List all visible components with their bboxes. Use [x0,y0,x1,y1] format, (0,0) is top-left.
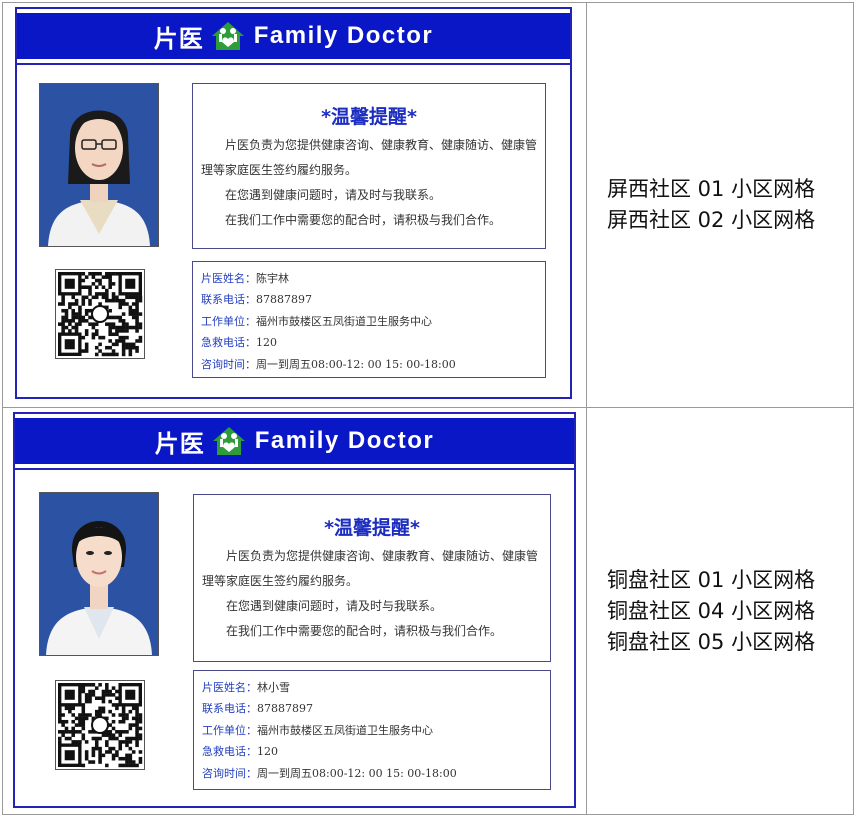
qr-code-icon [55,680,145,770]
notice-line-3: 在我们工作中需要您的配合时，请积极与我们合作。 [226,624,503,638]
notice-title: *温馨提醒* [321,106,417,128]
info-box: 片医姓名：林小雪 联系电话：87887897 工作单位：福州市鼓楼区五凤街道卫生… [193,670,551,790]
qr-code-icon [55,269,145,359]
notice-box: *温馨提醒* 片医负责为您提供健康咨询、健康教育、健康随访、健康管理等家庭医生签… [193,494,551,662]
brand-en: Family Doctor [254,427,435,454]
area-line: 铜盘社区 01 小区网格 [607,567,816,592]
doctor-card-1: 片医 Family Doctor *温馨提醒* 片医负责为您提供健康咨询、健康教… [15,7,572,399]
notice-line-2: 在您遇到健康问题时，请及时与我联系。 [225,188,442,202]
notice-line-1: 片医负责为您提供健康咨询、健康教育、健康随访、健康管理等家庭医生签约履约服务。 [202,549,539,588]
area-line: 铜盘社区 05 小区网格 [607,629,816,654]
info-hours-row: 咨询时间：周一到周五08:00-12: 00 15: 00-18:00 [201,357,456,371]
area-line: 屏西社区 02 小区网格 [607,208,816,232]
card-cell-1: 片医 Family Doctor *温馨提醒* 片医负责为您提供健康咨询、健康教… [2,2,587,408]
area-line: 屏西社区 01 小区网格 [607,177,816,201]
notice-title: *温馨提醒* [324,517,420,539]
doctor-card-2: 片医 Family Doctor *温馨提醒* 片医负责为您提供健康咨询、健康教… [13,412,576,808]
area-line: 铜盘社区 04 小区网格 [607,598,816,623]
brand-cn: 片医 [153,24,204,53]
notice-line-2: 在您遇到健康问题时，请及时与我联系。 [226,599,443,613]
area-cell-2: 铜盘社区 01 小区网格 铜盘社区 04 小区网格 铜盘社区 05 小区网格 [586,407,854,815]
card-banner: 片医 Family Doctor [15,418,574,464]
info-phone-row: 联系电话：87887897 [202,702,313,716]
doctor-photo [39,492,159,656]
info-emergency-row: 急救电话：120 [202,745,278,759]
banner-rule [17,63,570,65]
card-banner: 片医 Family Doctor [17,13,570,59]
info-hours-row: 咨询时间：周一到周五08:00-12: 00 15: 00-18:00 [202,766,457,780]
banner-rule [15,468,574,470]
info-workplace-row: 工作单位：福州市鼓楼区五凤街道卫生服务中心 [201,314,432,328]
area-cell-1: 屏西社区 01 小区网格 屏西社区 02 小区网格 [586,2,854,408]
notice-line-1: 片医负责为您提供健康咨询、健康教育、健康随访、健康管理等家庭医生签约履约服务。 [201,138,538,177]
info-box: 片医姓名：陈宇林 联系电话：87887897 工作单位：福州市鼓楼区五凤街道卫生… [192,261,546,378]
doctor-table: 片医 Family Doctor *温馨提醒* 片医负责为您提供健康咨询、健康教… [2,2,854,815]
info-name-row: 片医姓名：陈宇林 [201,272,289,285]
doctor-photo [39,83,159,247]
info-workplace-row: 工作单位：福州市鼓楼区五凤街道卫生服务中心 [202,723,433,737]
family-house-logo-icon [212,427,245,455]
info-phone-row: 联系电话：87887897 [201,293,312,307]
brand-cn: 片医 [154,429,205,458]
brand-en: Family Doctor [253,22,434,49]
info-emergency-row: 急救电话：120 [201,336,277,350]
family-house-logo-icon [211,22,244,50]
info-name-row: 片医姓名：林小雪 [202,681,290,694]
notice-line-3: 在我们工作中需要您的配合时，请积极与我们合作。 [225,213,502,227]
card-cell-2: 片医 Family Doctor *温馨提醒* 片医负责为您提供健康咨询、健康教… [2,407,587,815]
notice-box: *温馨提醒* 片医负责为您提供健康咨询、健康教育、健康随访、健康管理等家庭医生签… [192,83,546,249]
